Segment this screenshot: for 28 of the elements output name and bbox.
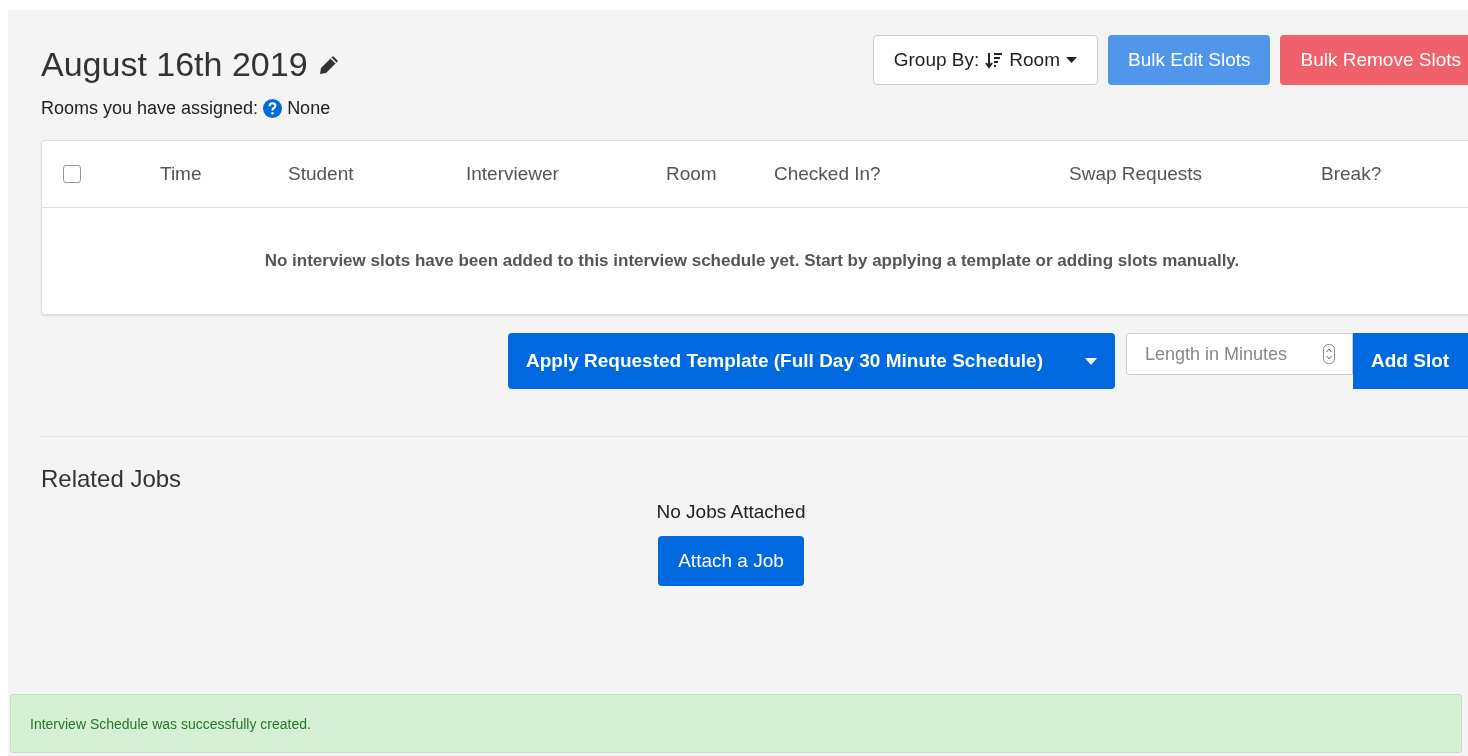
add-slot-button[interactable]: Add Slot	[1353, 333, 1468, 389]
empty-message: No interview slots have been added to this interview schedule yet. Start by applying a template or adding slots manually.	[264, 251, 1240, 271]
success-alert: Interview Schedule was successfully created.	[10, 694, 1462, 753]
rooms-label: Rooms you have assigned:	[41, 98, 259, 119]
column-header: Interviewer	[466, 163, 560, 185]
length-field[interactable]: Length in Minutes	[1126, 333, 1353, 375]
group-by-dropdown[interactable]: Group By: Room	[872, 35, 1098, 85]
caret-icon	[1085, 357, 1097, 365]
spinner-icon[interactable]	[1323, 344, 1335, 364]
column-header: Checked In?	[774, 163, 882, 185]
attach-job-button[interactable]: Attach a Job	[658, 536, 804, 586]
column-header: Student	[288, 163, 355, 185]
select-all-checkbox[interactable]	[63, 165, 81, 183]
help-icon[interactable]	[263, 99, 283, 118]
rooms-value: None	[287, 98, 331, 119]
page-title: August 16th 2019	[41, 45, 308, 84]
column-header: Time	[160, 163, 203, 185]
section-heading: Related Jobs	[41, 465, 183, 493]
toolbar-button[interactable]: Bulk Edit Slots	[1108, 35, 1271, 85]
pencil-icon[interactable]	[317, 53, 340, 76]
sort-icon	[985, 51, 1004, 69]
apply-template-button[interactable]: Apply Requested Template (Full Day 30 Minute Schedule)	[508, 333, 1115, 389]
toolbar-button[interactable]: Bulk Remove Slots	[1280, 35, 1468, 85]
column-header: Break?	[1321, 163, 1383, 185]
caret-icon	[1066, 57, 1077, 63]
empty-message: No Jobs Attached	[656, 501, 806, 523]
column-header: Swap Requests	[1069, 163, 1204, 185]
column-header: Room	[666, 163, 718, 185]
